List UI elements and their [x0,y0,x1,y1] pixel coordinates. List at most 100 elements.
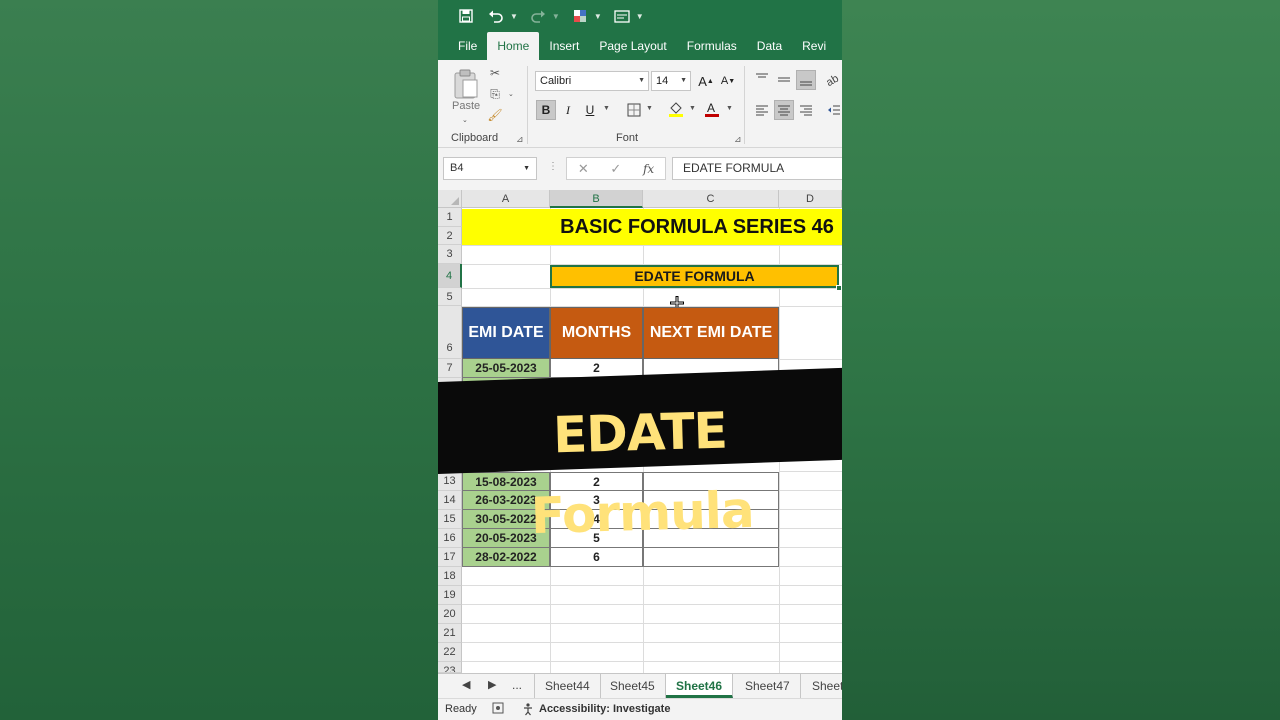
row-header[interactable]: 14 [438,491,462,510]
header-next-emi-date[interactable]: NEXT EMI DATE [643,307,779,359]
underline-dropdown-icon[interactable]: ▼ [603,105,610,112]
scroll-tabs-right-icon[interactable]: ▶ [488,678,496,691]
scroll-tabs-left-icon[interactable]: ◀ [462,678,470,691]
row-header[interactable]: 15 [438,510,462,529]
row-header[interactable]: 21 [438,624,462,643]
copy-icon[interactable]: ⎘ [486,85,504,103]
formula-input[interactable]: EDATE FORMULA [672,157,842,180]
accessibility-status[interactable]: Accessibility: Investigate [539,703,670,715]
tab-formulas[interactable]: Formulas [677,32,747,60]
tab-data[interactable]: Data [747,32,792,60]
undo-dropdown-icon[interactable]: ▼ [510,12,518,21]
chevron-down-icon: ▼ [680,77,687,84]
selected-cell-b4[interactable]: EDATE FORMULA [550,265,839,288]
align-top-icon[interactable] [752,68,772,88]
gridline [779,359,842,360]
tab-insert[interactable]: Insert [539,32,589,60]
align-middle-icon[interactable] [774,70,794,90]
copy-dropdown-icon[interactable]: ⌄ [508,90,514,98]
underline-button[interactable]: U [580,100,600,120]
align-left-icon[interactable] [752,100,772,120]
font-size-value: 14 [656,75,669,87]
decrease-font-size-icon[interactable]: A ▼ [718,71,738,91]
row-header[interactable]: 17 [438,548,462,567]
row-header[interactable]: 20 [438,605,462,624]
bold-button[interactable]: B [536,100,556,120]
tab-home[interactable]: Home [487,32,540,60]
decrease-indent-icon[interactable] [824,100,842,120]
macro-record-icon[interactable] [492,702,504,717]
cell-emi-date[interactable]: 25-05-2023 [462,359,550,378]
font-size-dropdown[interactable]: 14 ▼ [651,71,691,91]
insert-function-icon[interactable]: fx [643,162,654,176]
align-right-icon[interactable] [796,100,816,120]
column-header-d[interactable]: D [779,190,842,208]
row-header[interactable]: 16 [438,529,462,548]
sheet-tab-45[interactable]: Sheet45 [600,674,666,698]
font-name-dropdown[interactable]: Calibri ▼ [535,71,649,91]
sheet-tab-44[interactable]: Sheet44 [534,674,601,698]
column-header-c[interactable]: C [643,190,779,208]
cancel-icon[interactable]: ✕ [578,161,589,177]
tab-file[interactable]: File [448,32,487,60]
cut-icon[interactable]: ✂ [486,64,504,82]
column-header-a[interactable]: A [462,190,550,208]
form-icon[interactable] [612,6,632,26]
paste-label[interactable]: Paste [452,100,480,112]
tab-page-layout[interactable]: Page Layout [589,32,676,60]
increase-font-size-icon[interactable]: A ▲ [696,71,716,91]
row-header[interactable]: 5 [438,288,462,306]
sheet-tab-48[interactable]: Sheet [802,674,842,698]
customize-toolbar-icon[interactable]: ▼ [636,12,644,21]
row-header[interactable]: 23 [438,662,462,673]
redo-dropdown-icon[interactable]: ▼ [552,12,560,21]
row-header[interactable]: 22 [438,643,462,662]
borders-icon[interactable] [624,100,644,120]
font-launcher-icon[interactable]: ⊿ [734,134,742,145]
font-color-icon[interactable]: A [702,99,722,119]
row-header[interactable]: 19 [438,586,462,605]
enter-icon[interactable]: ✓ [610,161,621,177]
borders-dropdown-icon[interactable]: ▼ [646,105,653,112]
undo-icon[interactable] [486,6,506,26]
quick-access-toolbar: ▼ ▼ ▼ ▼ [438,0,842,32]
save-icon[interactable] [456,6,476,26]
sheet-tab-46[interactable]: Sheet46 [666,674,734,698]
row-header[interactable]: 2 [438,227,462,245]
row-header[interactable]: 6 [438,306,462,359]
italic-button[interactable]: I [558,100,578,120]
clipboard-launcher-icon[interactable]: ⊿ [516,134,524,145]
formula-bar-resize-icon[interactable]: ⋮ [548,161,558,172]
name-box[interactable]: B4 ▼ [443,157,537,180]
redo-icon[interactable] [528,6,548,26]
orientation-icon[interactable]: ab [822,70,842,90]
fill-color-dropdown-icon[interactable]: ▼ [689,105,696,112]
more-sheets-button[interactable]: ... [512,678,522,692]
align-bottom-icon[interactable] [796,70,816,90]
font-color-dropdown-icon[interactable]: ▼ [726,105,733,112]
fill-color-dropdown-icon[interactable]: ▼ [594,12,602,21]
row-header[interactable]: 7 [438,359,462,378]
gridline [462,661,842,662]
header-months[interactable]: MONTHS [550,307,643,359]
tab-review[interactable]: Revi [792,32,836,60]
row-header[interactable]: 18 [438,567,462,586]
fill-color-icon[interactable] [570,6,590,26]
row-header[interactable]: 1 [438,208,462,227]
fill-color-bucket-icon[interactable] [666,99,686,119]
fill-handle[interactable] [836,285,842,291]
group-separator [527,66,528,144]
select-all-button[interactable] [438,190,462,208]
header-emi-date[interactable]: EMI DATE [462,307,550,359]
sheet-tab-47[interactable]: Sheet47 [735,674,801,698]
gridline [779,490,842,491]
accessibility-icon[interactable] [522,702,536,719]
paste-dropdown-icon[interactable]: ⌄ [462,116,468,124]
column-header-b[interactable]: B [550,190,643,208]
sheet-title[interactable]: BASIC FORMULA SERIES 46 [462,209,842,245]
row-header[interactable]: 4 [438,264,462,288]
row-header[interactable]: 3 [438,245,462,264]
format-painter-icon[interactable]: 🖌 [486,106,504,124]
align-center-icon[interactable] [774,100,794,120]
paste-icon[interactable] [452,68,480,100]
